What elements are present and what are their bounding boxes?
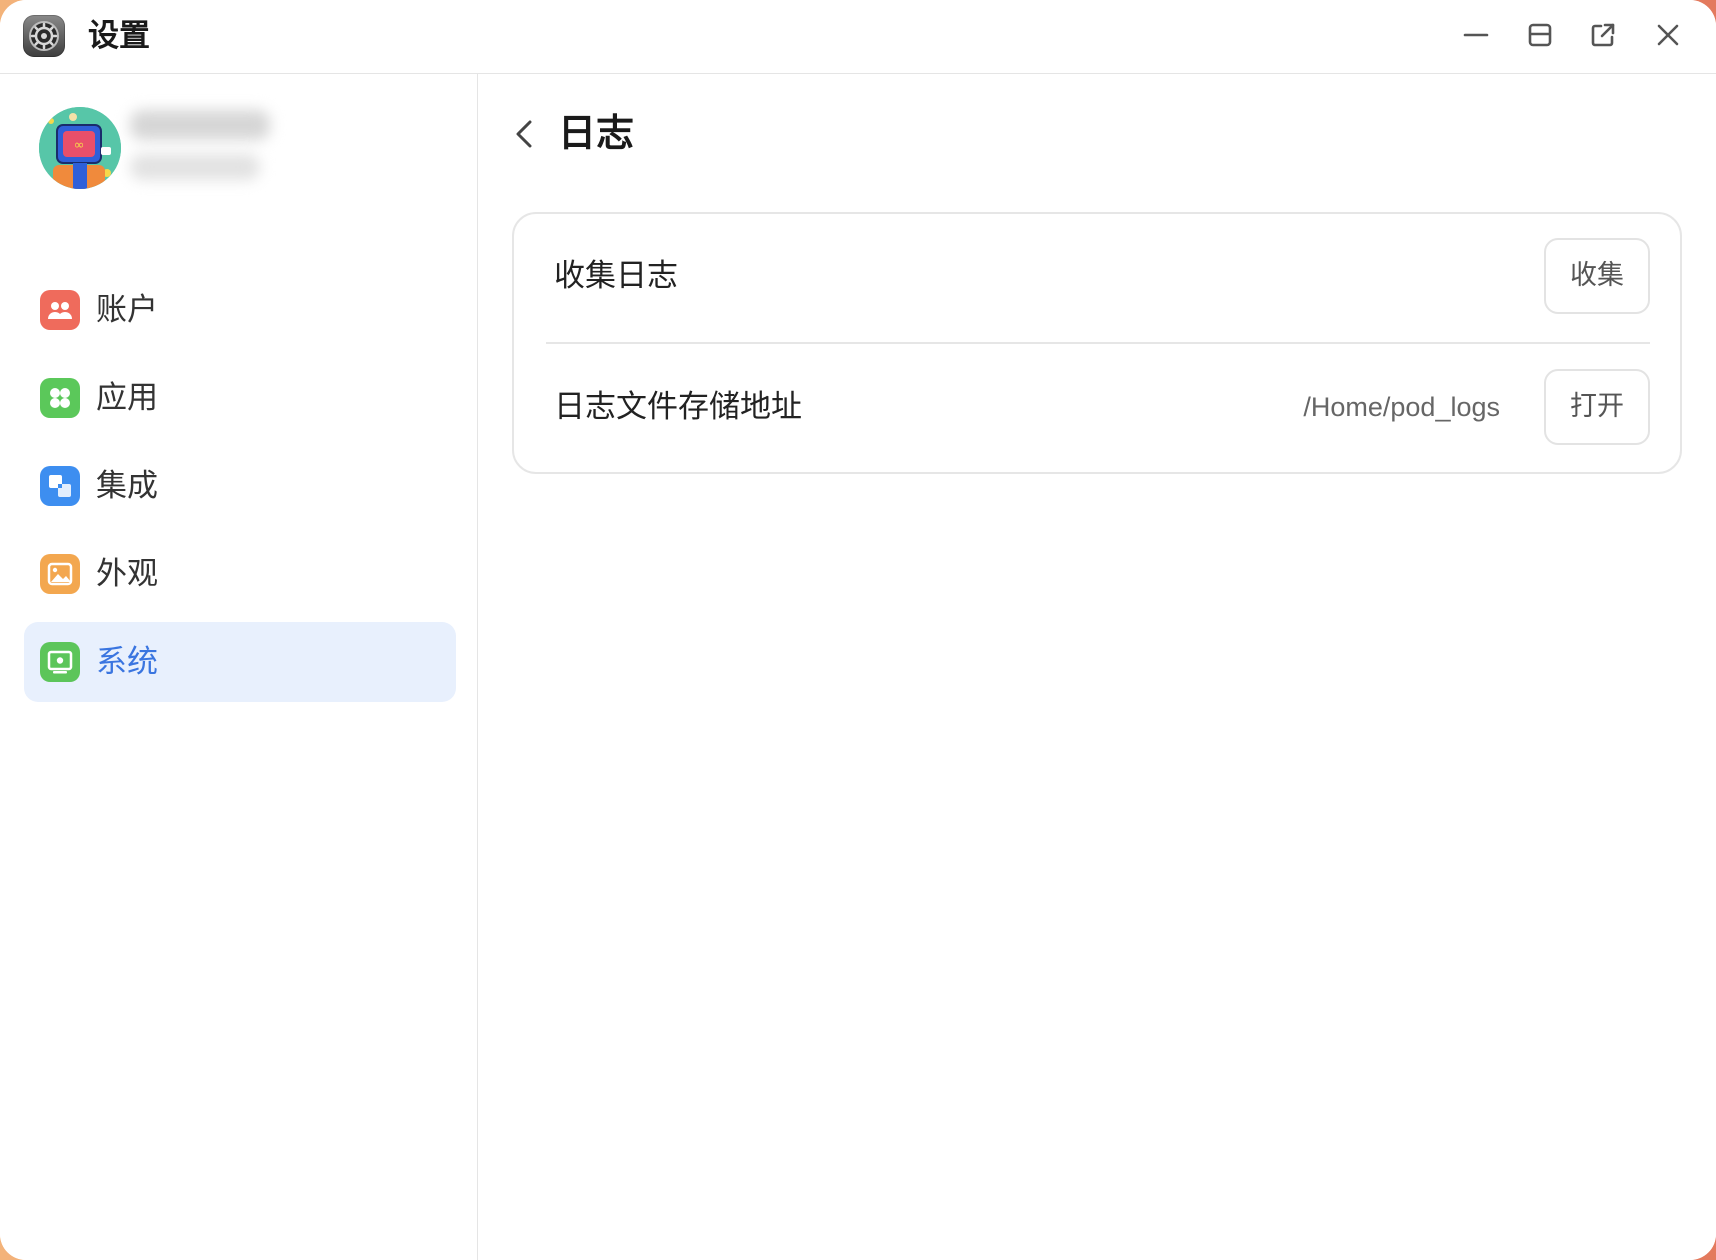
sidebar-item-appearance[interactable]: 外观: [24, 534, 456, 614]
title-bar: 设置: [0, 0, 1716, 74]
log-storage-row: 日志文件存储地址 /Home/pod_logs 打开: [514, 345, 1680, 473]
maximize-button[interactable]: [1522, 17, 1558, 53]
minimize-icon: [1463, 33, 1489, 37]
appearance-icon: [40, 554, 80, 594]
close-icon: [1657, 24, 1679, 46]
user-name: [130, 110, 270, 140]
maximize-icon: [1528, 23, 1552, 47]
log-storage-path: /Home/pod_logs: [1303, 392, 1500, 422]
system-icon: [40, 642, 80, 682]
popout-icon: [1591, 23, 1615, 47]
window-title: 设置: [88, 18, 150, 54]
sidebar-item-integration[interactable]: 集成: [24, 446, 456, 526]
sidebar-nav: 账户 应用 集成 外观 系统: [24, 270, 456, 710]
sidebar-item-apps[interactable]: 应用: [24, 358, 456, 438]
integration-icon: [40, 466, 80, 506]
sidebar-item-system[interactable]: 系统: [24, 622, 456, 702]
open-button[interactable]: 打开: [1544, 369, 1650, 445]
apps-icon: [40, 378, 80, 418]
collect-logs-label: 收集日志: [554, 258, 678, 294]
settings-window: 设置 ∞ 账户 应用 集成 外观 系统 日志 收集日志 收集 日志文件存储地址 …: [0, 0, 1716, 1260]
user-avatar[interactable]: ∞: [39, 107, 121, 189]
log-settings-card: 收集日志 收集 日志文件存储地址 /Home/pod_logs 打开: [512, 212, 1682, 474]
sidebar-item-label: 集成: [96, 468, 158, 504]
sidebar-item-label: 系统: [96, 644, 158, 680]
user-subtitle: [130, 154, 260, 180]
popout-button[interactable]: [1585, 17, 1621, 53]
minimize-button[interactable]: [1458, 17, 1494, 53]
sidebar-item-label: 应用: [96, 380, 158, 416]
divider: [546, 342, 1650, 344]
chevron-left-icon[interactable]: [510, 116, 540, 152]
sidebar-item-label: 账户: [96, 292, 158, 328]
settings-gear-icon: [23, 15, 65, 57]
collect-button[interactable]: 收集: [1544, 238, 1650, 314]
main-content: 日志 收集日志 收集 日志文件存储地址 /Home/pod_logs 打开: [478, 74, 1716, 1260]
sidebar-item-label: 外观: [96, 556, 158, 592]
svg-text:∞: ∞: [74, 138, 85, 153]
collect-logs-row: 收集日志 收集: [514, 214, 1680, 342]
page-title: 日志: [558, 111, 635, 155]
log-storage-label: 日志文件存储地址: [554, 389, 802, 425]
close-button[interactable]: [1650, 17, 1686, 53]
sidebar: ∞ 账户 应用 集成 外观 系统: [0, 74, 478, 1260]
account-icon: [40, 290, 80, 330]
sidebar-item-account[interactable]: 账户: [24, 270, 456, 350]
